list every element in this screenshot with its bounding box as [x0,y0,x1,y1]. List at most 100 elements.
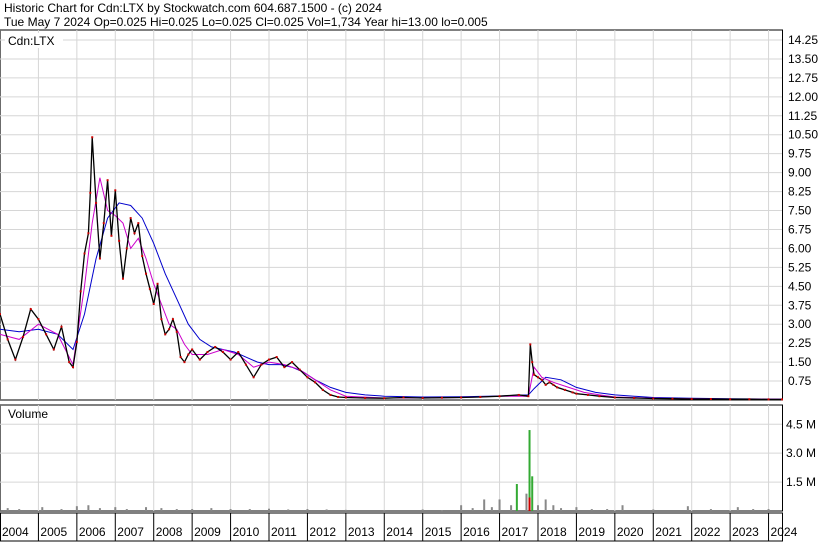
year-tick-label: 2020 [617,525,644,539]
price-point [531,361,534,364]
price-point [121,277,124,280]
price-point [383,397,386,400]
year-tick-label: 2007 [117,525,144,539]
year-tick-label: 2012 [309,525,336,539]
volume-bar [528,497,531,511]
price-point [540,378,543,381]
year-tick-label: 2015 [425,525,452,539]
price-point [298,368,301,371]
price-point [75,340,78,343]
year-tick-label: 2006 [79,525,106,539]
volume-bar [287,509,290,511]
price-point [145,272,148,275]
price-y-tick-label: 9.75 [788,147,812,161]
price-point [198,358,201,361]
volume-bar [736,507,739,511]
price-point [79,290,82,293]
price-point [87,232,90,235]
price-point [152,303,155,305]
price-point [179,356,182,359]
price-point [267,358,270,361]
price-y-tick-label: 12.00 [788,90,818,104]
volume-bar [114,507,117,511]
year-tick-label: 2016 [463,525,490,539]
volume-bar [41,507,44,511]
volume-bar [421,509,424,511]
year-tick-label: 2014 [386,525,413,539]
price-point [260,363,263,366]
volume-bar [248,509,251,511]
price-point [633,396,636,399]
volume-bar [510,505,513,511]
price-point [164,333,167,336]
price-point [175,330,178,333]
price-point [421,396,424,399]
price-y-tick-label: 13.50 [788,52,818,66]
price-y-tick-label: 5.25 [788,260,812,274]
price-y-tick-label: 11.25 [788,109,817,123]
price-point [321,388,324,391]
price-point [729,398,732,401]
price-point [6,338,9,341]
volume-bar [325,509,328,511]
year-tick-label: 2010 [233,525,260,539]
price-point [337,395,340,398]
volume-y-tick-label: 1.5 M [786,475,816,489]
price-point [781,398,783,401]
year-tick-label: 2023 [732,525,759,539]
volume-bar [536,505,539,511]
price-point [440,396,443,399]
volume-bar [383,510,386,512]
price-point [52,348,55,351]
price-point [110,234,113,237]
volume-bar [87,505,90,511]
year-tick-label: 2019 [578,525,605,539]
volume-bar [191,509,194,511]
price-y-tick-label: 9.00 [788,166,812,180]
year-tick-label: 2009 [194,525,221,539]
price-point [171,318,174,321]
price-y-tick-label: 4.50 [788,279,812,293]
volume-bar [525,493,528,511]
price-point [125,247,128,250]
price-point [306,376,309,379]
volume-bar [767,509,770,511]
price-point [364,396,367,399]
volume-bar [306,509,309,511]
price-point [102,222,105,225]
volume-bar [560,508,563,511]
price-point [556,386,559,389]
chart-canvas: 14.25 13.50 12.75 12.00 11.25 10.50 9.75 9.00 8.… [0,29,818,542]
price-point [0,313,1,316]
volume-bar [344,509,347,511]
volume-bar [145,507,148,511]
volume-panel-frame [0,404,783,512]
price-point [652,397,655,400]
volume-bar [60,509,63,511]
price-point [237,351,240,353]
price-point [191,348,194,351]
price-point [460,396,463,399]
year-tick-label: 2013 [348,525,375,539]
price-point [598,395,601,398]
price-y-tick-label: 6.75 [788,222,812,236]
price-y-tick-label: 3.00 [788,317,812,331]
price-y-tick-label: 12.75 [788,71,818,85]
volume-bar [552,505,555,511]
volume-bar [98,508,101,511]
volume-bar [75,506,78,511]
price-point [60,325,63,328]
price-point [95,201,98,204]
price-point [141,255,144,257]
price-point [183,361,186,364]
price-point [22,335,25,338]
price-point [275,356,278,359]
volume-bar [440,510,443,512]
volume-panel-label: Volume [8,407,48,421]
price-point [106,179,109,182]
year-tick-label: 2004 [2,525,29,539]
price-point [45,333,48,336]
volume-bar [606,509,609,511]
year-tick-label: 2017 [502,525,529,539]
price-point [137,222,140,225]
